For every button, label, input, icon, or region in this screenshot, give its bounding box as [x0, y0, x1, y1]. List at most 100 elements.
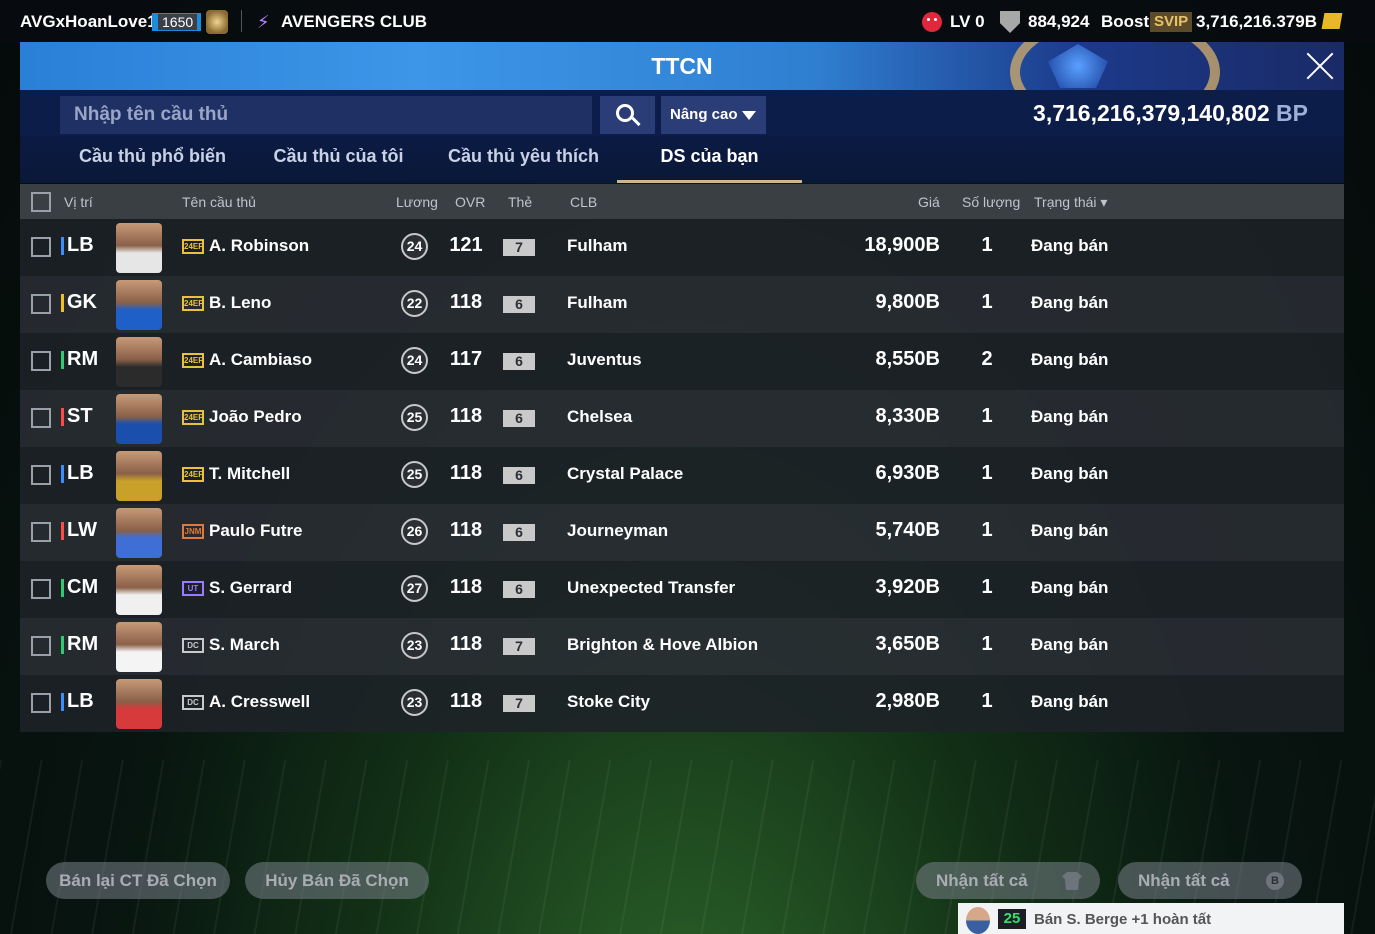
player-wage: 24 — [401, 233, 428, 260]
tab-my-players[interactable]: Cầu thủ của tôi — [246, 146, 431, 183]
lv-indicator: LV 0 — [950, 12, 985, 31]
season-badge-icon: 24EP — [182, 296, 204, 311]
season-badge-icon: 24EP — [182, 467, 204, 482]
listing-price: 9,800B — [875, 291, 941, 313]
resell-selected-button[interactable]: Bán lại CT Đã Chọn — [46, 862, 230, 899]
player-ovr: 118 — [449, 690, 483, 712]
row-checkbox[interactable] — [31, 237, 51, 257]
cancel-selected-button[interactable]: Hủy Bán Đã Chọn — [245, 862, 429, 899]
enhancement-grade: 7 — [503, 638, 535, 655]
table-row[interactable]: RM 24EP A. Cambiaso 24 117 6 Juventus 8,550B 2 Đa… — [20, 333, 1344, 390]
listing-status: Đang bán — [1031, 578, 1109, 597]
column-status-sort[interactable]: Trạng thái ▾ — [1034, 194, 1107, 211]
listing-quantity: 1 — [981, 405, 993, 427]
player-ovr: 121 — [449, 234, 483, 256]
advanced-filter-dropdown[interactable]: Nâng cao — [661, 96, 766, 134]
player-name[interactable]: A. Cresswell — [209, 692, 310, 712]
manager-level-badge: 1650 — [152, 13, 202, 31]
sort-down-icon: ▾ — [1096, 194, 1108, 210]
player-ovr: 118 — [449, 405, 483, 427]
listing-price: 5,740B — [875, 519, 941, 541]
table-row[interactable]: GK 24EP B. Leno 22 118 6 Fulham 9,800B 1 Đang bán — [20, 276, 1344, 333]
listing-quantity: 2 — [981, 348, 993, 370]
row-checkbox[interactable] — [31, 693, 51, 713]
player-wage: 25 — [401, 461, 428, 488]
tab-popular-players[interactable]: Cầu thủ phổ biến — [60, 146, 245, 183]
player-club: Fulham — [567, 293, 628, 312]
close-button[interactable] — [1304, 50, 1336, 82]
player-name[interactable]: A. Cambiaso — [209, 350, 312, 370]
divider — [241, 10, 242, 32]
enhancement-grade: 6 — [503, 467, 535, 484]
claim-all-players-button[interactable]: Nhận tất cả — [916, 862, 1100, 899]
svip-badge[interactable]: SVIP — [1150, 12, 1193, 32]
row-checkbox[interactable] — [31, 465, 51, 485]
player-name[interactable]: A. Robinson — [209, 236, 309, 256]
player-avatar — [116, 280, 162, 330]
player-wage: 22 — [401, 290, 428, 317]
table-row[interactable]: ST 24EP João Pedro 25 118 6 Chelsea 8,330B 1 Đang… — [20, 390, 1344, 447]
sale-notification: 25 Bán S. Berge +1 hoàn tất — [958, 903, 1344, 934]
enhancement-grade: 6 — [503, 353, 535, 370]
claim-all-bp-button[interactable]: Nhận tất cả B — [1118, 862, 1302, 899]
bp-balance-value: 3,716,216,379,140,802 — [1033, 100, 1270, 126]
player-name[interactable]: S. March — [209, 635, 280, 655]
listing-quantity: 1 — [981, 462, 993, 484]
mood-sad-icon — [922, 12, 942, 32]
listing-quantity: 1 — [981, 690, 993, 712]
player-name[interactable]: T. Mitchell — [209, 464, 290, 484]
row-checkbox[interactable] — [31, 636, 51, 656]
table-row[interactable]: RM DC S. March 23 118 7 Brighton & Hove Albion… — [20, 618, 1344, 675]
season-badge-icon: 24EP — [182, 353, 204, 368]
boost-label[interactable]: Boost — [1101, 12, 1149, 32]
player-name[interactable]: S. Gerrard — [209, 578, 292, 598]
listing-price: 18,900B — [864, 234, 940, 256]
row-checkbox[interactable] — [31, 522, 51, 542]
player-avatar — [116, 451, 162, 501]
table-row[interactable]: LB 24EP A. Robinson 24 121 7 Fulham 18,900B 1 Đan… — [20, 219, 1344, 276]
player-name[interactable]: Paulo Futre — [209, 521, 303, 541]
column-name: Tên cầu thủ — [182, 194, 256, 210]
table-row[interactable]: LB DC A. Cresswell 23 118 7 Stoke City 2,980B 1 Đ… — [20, 675, 1344, 732]
player-name[interactable]: João Pedro — [209, 407, 302, 427]
season-badge-icon: 24EP — [182, 410, 204, 425]
enhancement-grade: 6 — [503, 296, 535, 313]
player-wage: 27 — [401, 575, 428, 602]
listing-price: 2,980B — [875, 690, 941, 712]
row-checkbox[interactable] — [31, 408, 51, 428]
username[interactable]: AVGxHoanLove18 — [20, 12, 166, 32]
player-position: LB — [61, 690, 94, 713]
player-avatar — [116, 508, 162, 558]
club-name[interactable]: AVENGERS CLUB — [281, 12, 427, 32]
column-grade: Thẻ — [508, 194, 533, 210]
player-position: ST — [61, 405, 93, 428]
season-badge-icon: 24EP — [182, 239, 204, 254]
select-all-checkbox[interactable] — [31, 192, 51, 212]
player-position: CM — [61, 576, 98, 599]
search-button[interactable] — [600, 96, 655, 134]
player-club: Stoke City — [567, 692, 651, 711]
player-ovr: 117 — [449, 348, 483, 370]
listing-price: 8,550B — [875, 348, 941, 370]
player-search-input[interactable] — [60, 96, 592, 134]
player-wage: 25 — [401, 404, 428, 431]
listing-quantity: 1 — [981, 519, 993, 541]
player-position: LB — [61, 234, 94, 257]
tab-your-listings[interactable]: DS của bạn — [617, 146, 802, 183]
row-checkbox[interactable] — [31, 579, 51, 599]
table-row[interactable]: LB 24EP T. Mitchell 25 118 6 Crystal Palace 6,9… — [20, 447, 1344, 504]
row-checkbox[interactable] — [31, 294, 51, 314]
chevron-down-icon — [742, 111, 756, 120]
column-quantity: Số lượng — [962, 194, 1021, 210]
table-row[interactable]: CM UT S. Gerrard 27 118 6 Unexpected Transfer 3… — [20, 561, 1344, 618]
row-checkbox[interactable] — [31, 351, 51, 371]
enhancement-grade: 6 — [503, 581, 535, 598]
toast-ovr-badge: 25 — [998, 909, 1026, 929]
tab-favorite-players[interactable]: Cầu thủ yêu thích — [431, 146, 616, 183]
player-club: Journeyman — [567, 521, 669, 540]
player-club: Fulham — [567, 236, 628, 255]
column-wage: Lương — [396, 194, 438, 210]
player-name[interactable]: B. Leno — [209, 293, 271, 313]
player-position: LB — [61, 462, 94, 485]
table-row[interactable]: LW JNM Paulo Futre 26 118 6 Journeyman 5,740B 1 Đ… — [20, 504, 1344, 561]
